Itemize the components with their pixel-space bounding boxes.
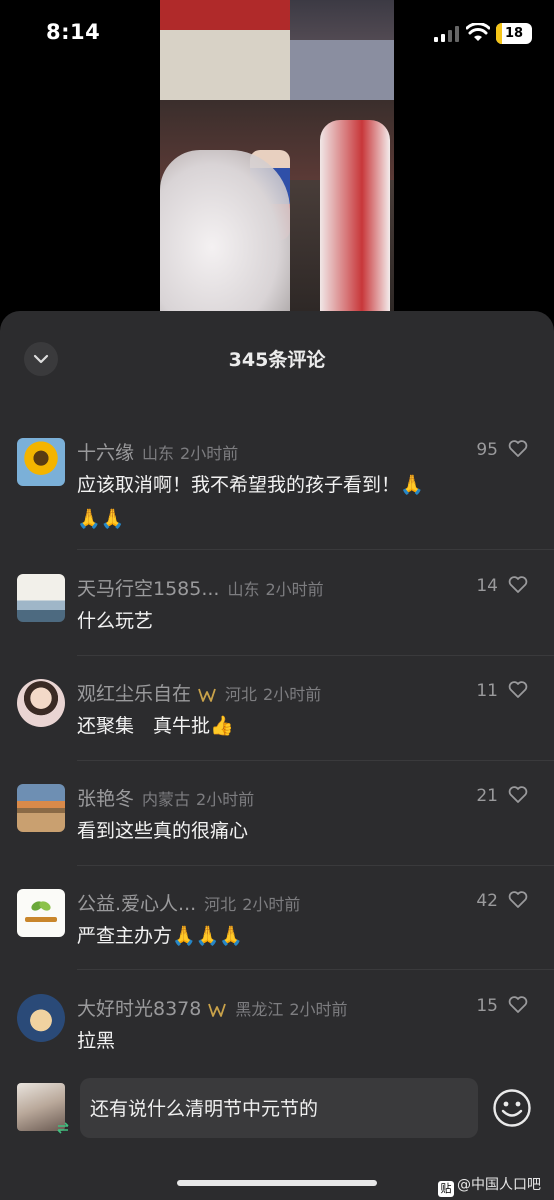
like-count: 11	[476, 681, 498, 701]
comment-time: 2小时前	[289, 1000, 348, 1019]
comment-text: 还聚集 真牛批👍	[77, 715, 234, 737]
comment-text: 严查主办方🙏🙏🙏	[77, 925, 243, 947]
vip-badge-icon	[208, 1003, 227, 1017]
signal-icon	[434, 26, 459, 42]
comment-location: 山东	[227, 580, 260, 599]
tieba-logo-icon: 贴	[438, 1181, 454, 1197]
comments-title: 345条评论	[228, 349, 326, 371]
comment-text: 拉黑	[77, 1030, 116, 1052]
comment-input-bar: 还有说什么清明节中元节的 贴 @中国人口吧	[0, 1066, 554, 1200]
comment-author[interactable]: 大好时光8378 黑龙江 2小时前	[77, 994, 348, 1021]
avatar[interactable]	[17, 784, 65, 832]
avatar[interactable]	[17, 574, 65, 622]
battery-level: 18	[504, 26, 524, 41]
comment-location: 河北	[204, 895, 237, 914]
comment-input[interactable]: 还有说什么清明节中元节的	[80, 1078, 478, 1138]
like-count: 14	[476, 576, 498, 596]
divider	[77, 549, 554, 550]
comment-author-name[interactable]: 观红尘乐自在	[77, 683, 191, 705]
comment-time: 2小时前	[196, 790, 255, 809]
comment-time: 2小时前	[180, 444, 239, 463]
comment-author-name[interactable]: 大好时光8378	[77, 998, 201, 1020]
avatar[interactable]	[17, 679, 65, 727]
comment-author[interactable]: 公益.爱心人... 河北 2小时前	[77, 889, 300, 916]
comment-author[interactable]: 天马行空1585... 山东 2小时前	[77, 574, 324, 601]
tea-logo-icon	[25, 901, 57, 922]
divider	[77, 969, 554, 970]
like-count: 21	[476, 786, 498, 806]
comment-author-name[interactable]: 天马行空1585...	[77, 578, 219, 600]
divider	[77, 760, 554, 761]
comment-author-name[interactable]: 十六缘	[77, 442, 134, 464]
comment-author-name[interactable]: 公益.爱心人...	[77, 893, 196, 915]
watermark-text: @中国人口吧	[457, 1177, 541, 1193]
comment-text: 什么玩艺	[77, 610, 154, 632]
comment-author-name[interactable]: 张艳冬	[77, 788, 134, 810]
vip-badge-icon	[198, 688, 216, 702]
comment-author[interactable]: 十六缘 山东 2小时前	[77, 438, 238, 465]
divider	[77, 865, 554, 866]
comment-location: 内蒙古	[142, 790, 191, 809]
comment-item[interactable]: 张艳冬 内蒙古 2小时前 看到这些真的很痛心 21	[0, 784, 554, 864]
watermark: 贴 @中国人口吧	[438, 1174, 541, 1197]
comment-time: 2小时前	[263, 685, 322, 704]
divider	[77, 655, 554, 656]
comment-time: 2小时前	[242, 895, 301, 914]
like-count: 95	[476, 440, 498, 460]
like-count: 42	[476, 891, 498, 911]
emoji-icon[interactable]	[492, 1088, 532, 1128]
comment-text: 看到这些真的很痛心	[77, 820, 249, 842]
comment-item[interactable]: 观红尘乐自在 河北 2小时前 还聚集 真牛批👍 11	[0, 679, 554, 759]
avatar[interactable]	[17, 438, 65, 486]
video-frame[interactable]	[160, 0, 394, 312]
avatar[interactable]	[17, 994, 65, 1042]
battery-icon: 18	[496, 23, 532, 44]
heart-icon[interactable]	[508, 786, 528, 804]
comment-location: 黑龙江	[235, 1000, 284, 1019]
comment-item[interactable]: 公益.爱心人... 河北 2小时前 严查主办方🙏🙏🙏 42	[0, 889, 554, 969]
comment-text: 应该取消啊！我不希望我的孩子看到！🙏🙏🙏	[77, 474, 424, 530]
heart-icon[interactable]	[508, 996, 528, 1014]
status-time: 8:14	[46, 20, 101, 44]
swap-icon[interactable]	[56, 1122, 70, 1134]
heart-icon[interactable]	[508, 681, 528, 699]
comment-item[interactable]: 十六缘 山东 2小时前 应该取消啊！我不希望我的孩子看到！🙏🙏🙏 95	[0, 438, 554, 548]
heart-icon[interactable]	[508, 440, 528, 458]
comment-location: 河北	[225, 685, 258, 704]
comment-author[interactable]: 观红尘乐自在 河北 2小时前	[77, 679, 321, 706]
home-indicator[interactable]	[177, 1180, 377, 1186]
wifi-icon	[466, 23, 490, 41]
comment-item[interactable]: 天马行空1585... 山东 2小时前 什么玩艺 14	[0, 574, 554, 654]
heart-icon[interactable]	[508, 576, 528, 594]
comment-author[interactable]: 张艳冬 内蒙古 2小时前	[77, 784, 254, 811]
comment-time: 2小时前	[265, 580, 324, 599]
like-count: 15	[476, 996, 498, 1016]
comment-location: 山东	[142, 444, 175, 463]
avatar[interactable]	[17, 889, 65, 937]
comment-item[interactable]: 大好时光8378 黑龙江 2小时前 拉黑 15	[0, 994, 554, 1074]
heart-icon[interactable]	[508, 891, 528, 909]
